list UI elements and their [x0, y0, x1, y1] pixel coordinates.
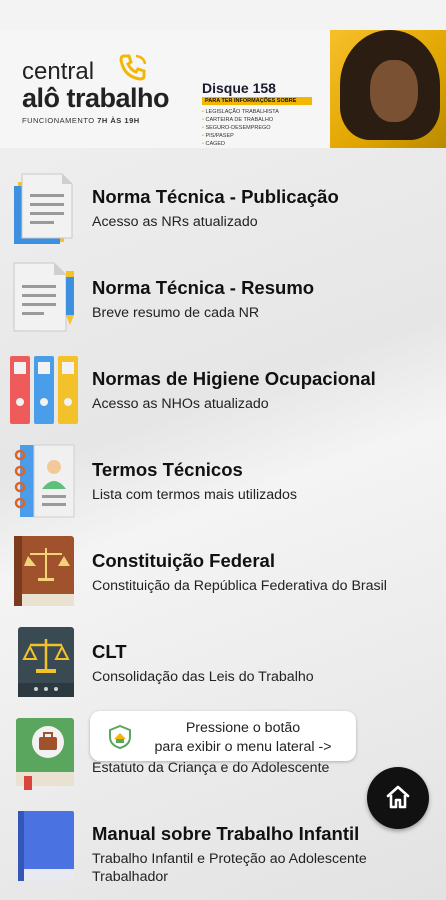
documents-icon: [14, 173, 73, 244]
item-subtitle: Constituição da República Federativa do …: [92, 578, 387, 594]
topic-item: SEGURO-DESEMPREGO: [202, 124, 312, 132]
item-title: Manual sobre Trabalho Infantil: [92, 823, 360, 844]
topic-item: CAGED: [202, 140, 312, 148]
scales-book-icon: [18, 627, 74, 697]
briefcase-book-icon: [16, 718, 74, 790]
hours-text: FUNCIONAMENTO 7H ÀS 19H: [22, 116, 140, 125]
document-pen-icon: [13, 262, 74, 332]
hint-toast: Pressione o botão para exibir o menu lat…: [90, 711, 356, 761]
item-title: Norma Técnica - Publicação: [92, 186, 339, 207]
law-book-icon: [14, 536, 74, 606]
item-subtitle: Breve resumo de cada NR: [92, 305, 260, 321]
item-title: Normas de Higiene Ocupacional: [92, 368, 376, 389]
menu-item-norma-resumo[interactable]: Norma Técnica - Resumo Breve resumo de c…: [0, 241, 446, 332]
disque-title: Disque 158: [202, 80, 276, 96]
menu-item-constituicao-federal[interactable]: Constituição Federal Constituição da Rep…: [0, 514, 446, 606]
item-subtitle: Estatuto da Criança e do Adolescente: [92, 760, 330, 776]
topic-item: CARTEIRA DE TRABALHO: [202, 116, 312, 124]
disque-info: Disque 158 PARA TER INFORMAÇÕES SOBRE LE…: [202, 80, 312, 148]
item-title: Norma Técnica - Resumo: [92, 277, 315, 298]
item-subtitle: Trabalho Infantil e Proteção ao Adolesce…: [92, 851, 367, 885]
brand-line2: alô trabalho: [22, 83, 170, 113]
item-subtitle: Acesso as NHOs atualizado: [92, 396, 269, 412]
topic-item: LEGISLAÇÃO TRABALHISTA: [202, 108, 312, 116]
menu-item-norma-publicacao[interactable]: Norma Técnica - Publicação Acesso as NRs…: [0, 150, 446, 244]
menu-item-clt[interactable]: CLT Consolidação das Leis do Trabalho: [0, 605, 446, 697]
app-logo-icon: [109, 725, 131, 749]
item-subtitle: Lista com termos mais utilizados: [92, 487, 297, 503]
hint-line1: Pressione o botão: [185, 720, 301, 736]
menu-item-higiene-ocupacional[interactable]: Normas de Higiene Ocupacional Acesso as …: [0, 332, 446, 424]
item-title: Constituição Federal: [92, 550, 275, 571]
phone-icon: [119, 54, 147, 81]
item-subtitle: Consolidação das Leis do Trabalho: [92, 669, 314, 685]
blue-book-icon: [18, 811, 74, 881]
home-icon: [386, 785, 410, 809]
menu-item-termos-tecnicos[interactable]: Termos Técnicos Lista com termos mais ut…: [0, 423, 446, 518]
hint-line2: para exibir o menu lateral ->: [154, 739, 332, 755]
topic-item: PIS/PASEP: [202, 132, 312, 140]
promo-photo: [330, 30, 446, 148]
promo-banner[interactable]: central alô trabalho FUNCIONAMENTO 7H ÀS…: [0, 30, 446, 148]
topic-list: LEGISLAÇÃO TRABALHISTA CARTEIRA DE TRABA…: [202, 108, 312, 148]
binders-icon: [10, 356, 78, 424]
status-bar: [0, 0, 446, 30]
notebook-icon: [14, 444, 75, 518]
item-subtitle: Acesso as NRs atualizado: [92, 214, 258, 230]
item-title: CLT: [92, 641, 127, 662]
hint-message: Pressione o botão para exibir o menu lat…: [138, 719, 348, 757]
item-title: Termos Técnicos: [92, 459, 243, 480]
home-button[interactable]: [367, 767, 429, 829]
disque-subtitle: PARA TER INFORMAÇÕES SOBRE: [202, 97, 312, 105]
